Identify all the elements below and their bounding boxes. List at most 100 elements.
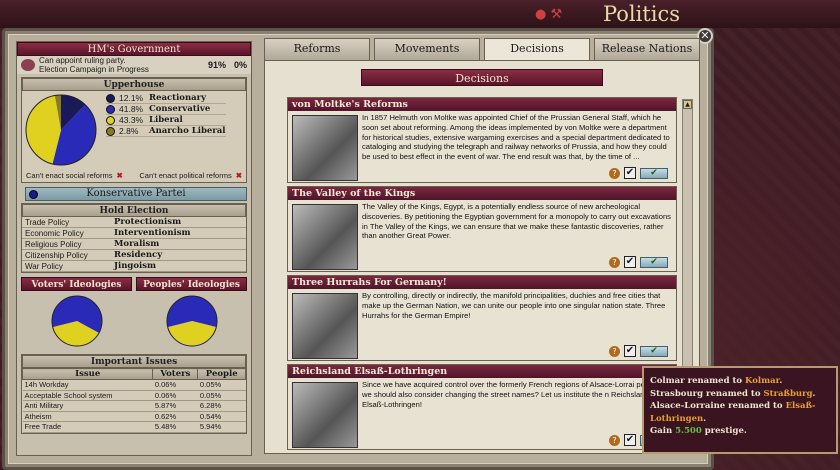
government-panel: HM's Government Can appoint ruling party… [16,41,252,456]
issues-column-header: Voters [152,368,199,380]
tab-release-nations[interactable]: Release Nations [594,38,700,60]
table-cell: 5.87% [152,400,198,412]
table-cell: 14h Workday [22,379,153,391]
decisions-panel: Decisions von Moltke's Reforms In 1857 He… [264,60,700,454]
scroll-up-icon[interactable]: ▲ [683,100,692,109]
party-percent: 41.8% [119,104,144,114]
policy-row: Trade Policy Protectionism [22,217,246,228]
table-cell: Acceptable School system [22,390,153,401]
policy-name: Economic Policy [25,229,84,238]
enact-button[interactable]: ✔ [640,167,668,179]
ruling-party-button[interactable]: Konservative Partei [25,187,247,201]
party-name: Liberal [149,115,183,125]
issues-table: Issue Voters People 14h Workday 0.06% 0.05% Ac… [21,368,246,433]
policy-value: Moralism [114,239,160,249]
help-icon[interactable]: ? [609,434,620,446]
support-stat: 91% [207,59,226,70]
decision-text: The Valley of the Kings, Egypt, is a pot… [362,202,671,241]
table-cell: 0.62% [152,411,198,422]
issues-column-header: Issue [21,368,154,380]
party-name: Reactionary [149,93,207,103]
enact-button[interactable]: ✔ [640,345,668,357]
checkbox[interactable]: ✔ [624,434,636,446]
decision-title: The Valley of the Kings [288,187,676,200]
peoples-ideology: Peoples' Ideologies [136,277,247,350]
upperhouse-box: Upperhouse 12.1% Reactionary 41.8% Conserva… [21,77,247,183]
decision-picture [292,204,358,270]
decisions-header: Decisions [361,69,603,86]
gov-line1: Can appoint ruling party. [39,56,126,65]
decision-title: Reichsland Elsaß-Lothringen [288,365,676,378]
decision-buttons: ? ✔ ✔ [609,256,668,268]
issues-column-header: People [197,368,246,380]
issues-box: Important Issues Issue Voters People 14h Wo… [21,354,247,434]
screen-title: Politics [602,2,680,26]
decision-item: The Valley of the Kings The Valley of the… [287,186,677,272]
decision-picture [292,382,358,448]
government-header: HM's Government [17,42,251,56]
table-row: Free Trade 5.48% 5.94% [22,421,246,433]
policy-name: War Policy [25,262,63,271]
party-dot-icon [106,93,115,103]
party-name: Conservative [149,104,211,114]
tab-movements[interactable]: Movements [374,38,480,60]
decision-title: Three Hurrahs For Germany! [288,276,676,289]
decision-text: By controlling, directly or indirectly, … [362,291,666,320]
table-cell: 0.06% [152,379,198,391]
decision-item: Reichsland Elsaß-Lothringen Since we have… [287,364,677,450]
decision-text: Since we have acquired control over the … [362,380,664,409]
table-cell: Free Trade [22,421,153,433]
voters-pie [51,295,102,347]
checkbox[interactable]: ✔ [624,167,636,179]
table-row: Atheism 0.62% 0.54% [22,411,246,422]
policy-row: Economic Policy Interventionism [22,228,246,239]
policy-row: Citizenship Policy Residency [22,250,246,261]
issues-header: Important Issues [22,355,246,368]
decision-list: von Moltke's Reforms In 1857 Helmuth von … [287,97,677,453]
party-dot-icon [106,115,115,125]
decision-title: von Moltke's Reforms [288,98,676,111]
party-percent: 43.3% [119,115,144,125]
party-dot-icon [106,104,115,114]
government-status: Can appoint ruling party. Election Campai… [17,56,251,74]
ruling-party-name: Konservative Partei [86,188,186,199]
voters-ideology: Voters' Ideologies [21,277,132,350]
table-cell: 0.54% [197,411,246,422]
decision-buttons: ? ✔ ✔ [609,345,668,357]
topbar-icons[interactable]: ● ⚒ [535,7,562,22]
checkbox[interactable]: ✔ [624,345,636,357]
hold-election-button[interactable]: Hold Election [22,204,246,217]
policy-name: Trade Policy [25,218,70,227]
enact-button[interactable]: ✔ [640,256,668,268]
table-row: Acceptable School system 0.06% 0.05% [22,390,246,401]
policy-value: Jingoism [114,261,157,271]
policy-name: Citizenship Policy [25,251,88,260]
tab-decisions[interactable]: Decisions [484,38,590,60]
help-icon[interactable]: ? [609,256,620,268]
flag-icon [21,59,35,71]
party-color-icon [29,190,38,199]
help-icon[interactable]: ? [609,345,620,357]
decision-picture [292,115,358,181]
peoples-pie [166,295,217,347]
party-percent: 2.8% [119,126,139,136]
gov-line2: Election Campaign in Progress [39,65,149,74]
table-cell: Atheism [22,411,153,422]
policies-box: Hold Election Trade Policy Protectionism E… [21,203,247,273]
decision-item: Three Hurrahs For Germany! By controlling… [287,275,677,361]
legend-row: 2.8% Anarcho Liberal [106,126,226,137]
table-cell: Anti Military [22,400,153,412]
militancy-stat: 0% [233,59,247,70]
help-icon[interactable]: ? [609,167,620,179]
tab-bar: Reforms Movements Decisions Release Nations [264,38,700,60]
decision-tooltip: Colmar renamed to Kolmar. Strasbourg ren… [642,366,838,454]
policy-list: Trade Policy Protectionism Economic Policy… [22,217,246,272]
legend-row: 43.3% Liberal [106,115,226,126]
decision-text: In 1857 Helmuth von Moltke was appointed… [362,113,670,162]
table-cell: 5.94% [197,421,246,433]
party-dot-icon [106,126,115,136]
checkbox[interactable]: ✔ [624,256,636,268]
policy-row: War Policy Jingoism [22,261,246,272]
tab-reforms[interactable]: Reforms [264,38,370,60]
policy-row: Religious Policy Moralism [22,239,246,250]
